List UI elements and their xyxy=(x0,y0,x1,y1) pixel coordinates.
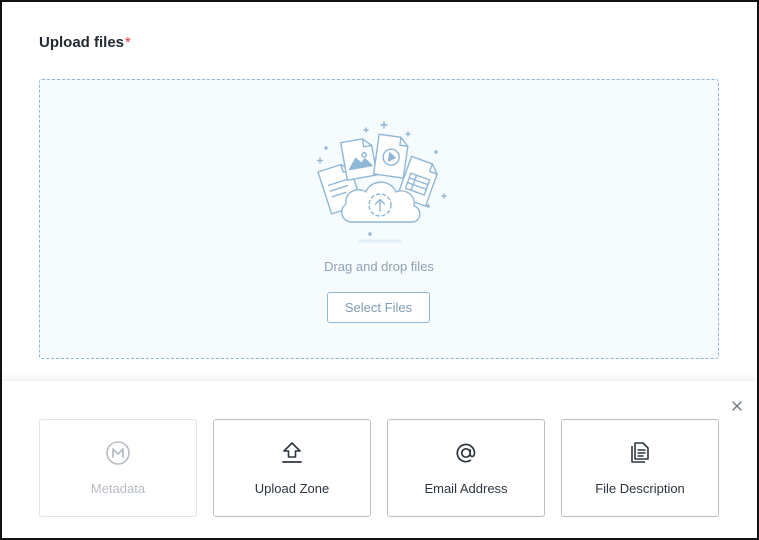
select-files-button[interactable]: Select Files xyxy=(327,292,430,323)
upload-zone-label: Upload Zone xyxy=(254,481,330,496)
email-address-option-card[interactable]: Email Address xyxy=(387,419,545,517)
upload-zone-option-card[interactable]: Upload Zone xyxy=(213,419,371,517)
metadata-label: Metadata xyxy=(90,481,146,496)
email-address-label: Email Address xyxy=(424,481,508,496)
cloud-upload-illustration-icon xyxy=(316,121,447,243)
upload-files-heading: Upload files* xyxy=(39,34,131,51)
required-asterisk: * xyxy=(125,34,131,51)
upload-dialog: Upload files* Drag and drop files Select… xyxy=(0,0,759,540)
heading-label: Upload files xyxy=(39,34,125,51)
file-description-label: File Description xyxy=(595,481,685,496)
file-description-option-card[interactable]: File Description xyxy=(561,419,719,517)
drag-and-drop-hint: Drag and drop files xyxy=(324,259,434,274)
file-dropzone[interactable]: Drag and drop files Select Files xyxy=(39,79,719,359)
upload-options-panel: Metadata Upload Zone Email Address File … xyxy=(2,380,757,538)
metadata-option-card: Metadata xyxy=(39,419,197,517)
close-icon[interactable] xyxy=(731,400,743,412)
upload-icon xyxy=(214,440,370,466)
metadata-icon xyxy=(40,440,196,466)
at-sign-icon xyxy=(388,440,544,466)
file-description-icon xyxy=(562,440,718,466)
